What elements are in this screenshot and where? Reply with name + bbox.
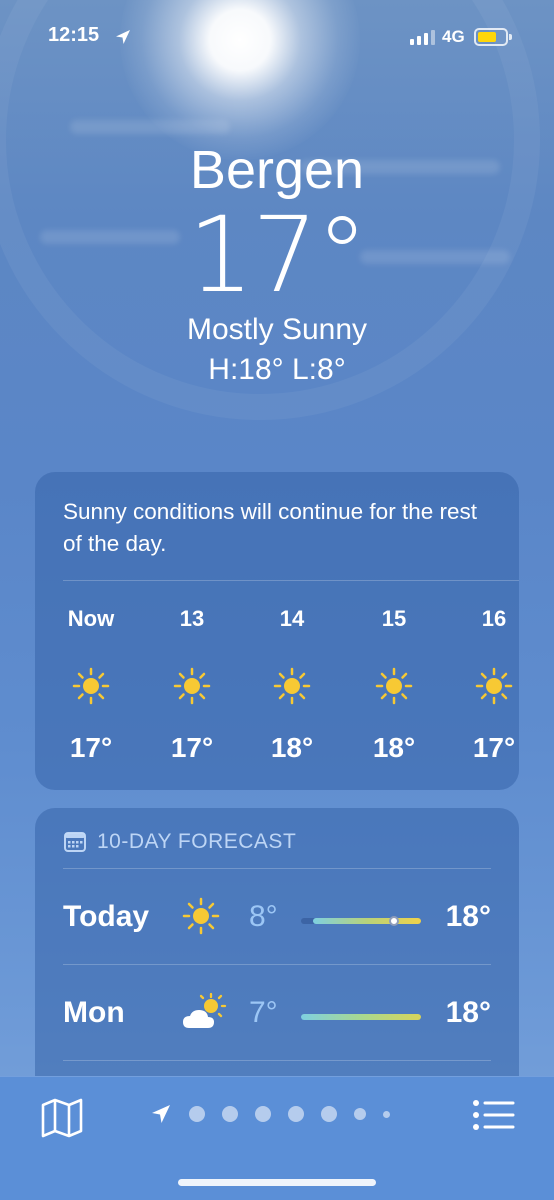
- page-dot: [383, 1110, 390, 1118]
- temperature-range-bar: [301, 1014, 421, 1020]
- location-arrow-icon: [116, 30, 130, 44]
- home-indicator[interactable]: [178, 1179, 376, 1186]
- forecast-high: 18°: [445, 900, 491, 933]
- list-icon[interactable]: [472, 1099, 516, 1135]
- weather-condition: Mostly Sunny: [186, 313, 368, 346]
- ten-day-forecast-card[interactable]: 10-DAY FORECAST Today 8° 18° Mon 7° 18°: [35, 808, 519, 1108]
- current-temperature-dot: [389, 916, 399, 926]
- hour-label: 16: [481, 606, 507, 631]
- sun-icon: [375, 667, 413, 705]
- forecast-header-label: 10-DAY FORECAST: [97, 830, 297, 853]
- divider: [63, 1060, 491, 1061]
- battery-icon: [474, 28, 508, 46]
- sun-icon: [182, 897, 220, 935]
- hour-temperature: 17°: [69, 732, 113, 763]
- hour-label: 14: [279, 606, 305, 631]
- forecast-day: Mon: [63, 996, 125, 1029]
- signal-icon: [410, 30, 435, 45]
- status-bar: 12:15 4G: [0, 0, 554, 72]
- forecast-row-today[interactable]: Today 8° 18°: [63, 886, 491, 946]
- hour-item: Now 17°: [41, 606, 141, 764]
- page-dot: [222, 1106, 238, 1122]
- page-dot: [354, 1108, 366, 1120]
- hour-label: Now: [67, 606, 115, 631]
- page-dot: [288, 1106, 304, 1122]
- status-time: 12:15: [48, 24, 100, 46]
- hour-temperature: 17°: [170, 732, 214, 763]
- hour-temperature: 18°: [372, 732, 416, 763]
- partly-cloudy-icon: [183, 992, 227, 1028]
- calendar-icon: [64, 832, 86, 852]
- page-indicator[interactable]: [150, 1103, 390, 1125]
- divider: [63, 868, 491, 869]
- hour-item: 14 18°: [242, 606, 342, 764]
- sun-icon: [72, 667, 110, 705]
- current-temperature: 17°: [187, 194, 368, 316]
- forecast-header: 10-DAY FORECAST: [63, 830, 296, 854]
- page-dot: [255, 1106, 271, 1122]
- sun-icon: [173, 667, 211, 705]
- page-dot: [321, 1106, 337, 1122]
- hour-label: 15: [381, 606, 407, 631]
- map-icon[interactable]: [40, 1097, 84, 1139]
- sun-icon: [273, 667, 311, 705]
- hour-item: 13 17°: [142, 606, 242, 764]
- hour-temperature: 18°: [270, 732, 314, 763]
- forecast-row-mon[interactable]: Mon 7° 18°: [63, 982, 491, 1042]
- divider: [63, 964, 491, 965]
- forecast-low: 7°: [249, 996, 278, 1029]
- hour-item: 16 17°: [444, 606, 544, 764]
- location-arrow-icon: [152, 1105, 170, 1123]
- battery-tip: [509, 34, 512, 40]
- bottom-toolbar: [0, 1076, 554, 1200]
- hourly-forecast-card[interactable]: Sunny conditions will continue for the r…: [35, 472, 519, 790]
- current-weather: Bergen 17° Mostly Sunny H:18° L:8°: [0, 132, 554, 390]
- hour-item: 15 18°: [344, 606, 444, 764]
- page-dot: [189, 1106, 205, 1122]
- hour-label: 13: [179, 606, 205, 631]
- sun-icon: [475, 667, 513, 705]
- hour-temperature: 17°: [472, 732, 516, 763]
- forecast-day: Today: [63, 900, 150, 933]
- network-type: 4G: [442, 27, 465, 46]
- forecast-summary: Sunny conditions will continue for the r…: [63, 499, 477, 556]
- forecast-low: 8°: [249, 900, 278, 933]
- divider: [63, 580, 519, 581]
- high-low: H:18° L:8°: [208, 353, 346, 386]
- temperature-range-bar: [301, 916, 421, 926]
- forecast-high: 18°: [445, 996, 491, 1029]
